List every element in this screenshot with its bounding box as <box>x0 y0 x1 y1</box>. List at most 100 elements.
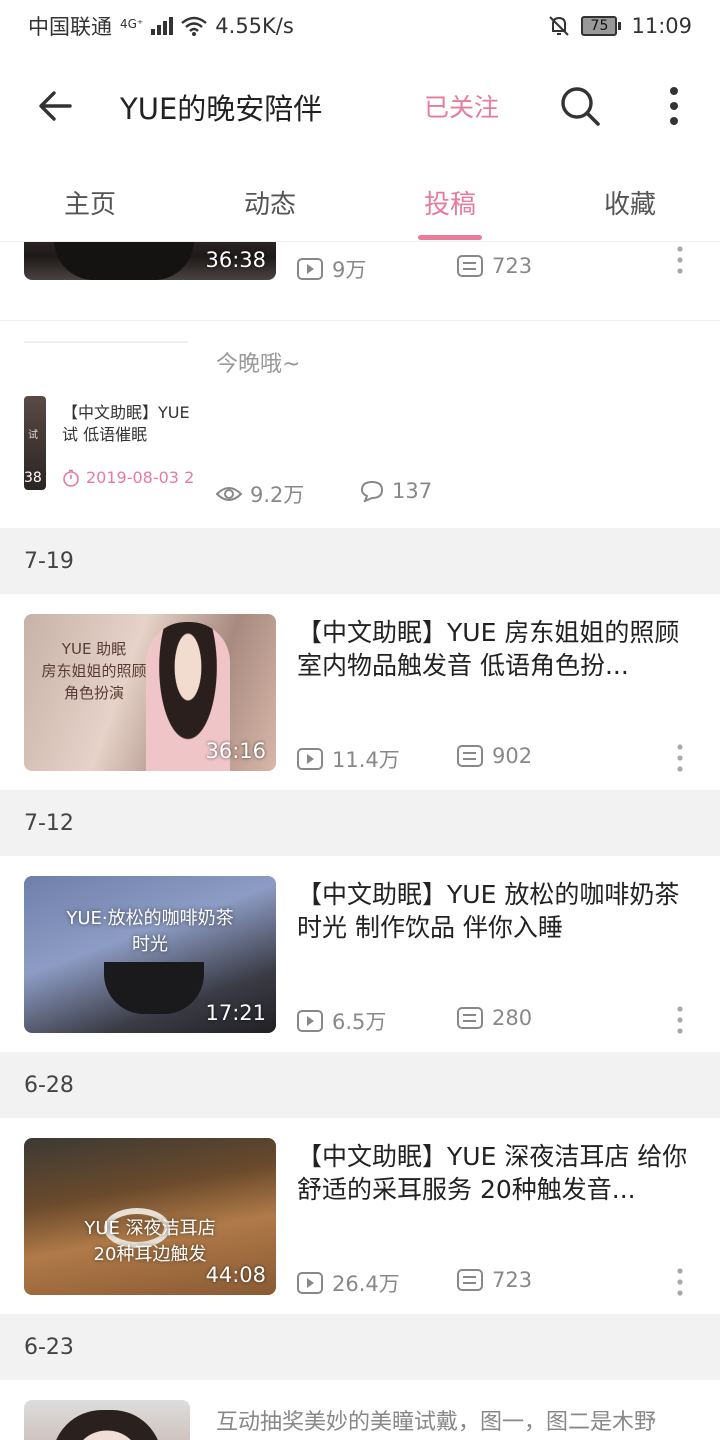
video-thumbnail[interactable]: YUE 深夜洁耳店 20种耳边触发 44:08 <box>24 1138 276 1295</box>
tab-bar: 主页 动态 投稿 收藏 <box>0 160 720 242</box>
video-duration: 36:16 <box>205 739 266 763</box>
more-options-icon[interactable] <box>658 82 690 130</box>
thumbnail-caption: YUE 深夜洁耳店 20种耳边触发 <box>24 1216 276 1268</box>
shared-thumb-text: 试 <box>28 430 38 441</box>
post-image[interactable] <box>24 1400 190 1440</box>
thumbnail-cup <box>104 962 204 1014</box>
eye-icon <box>216 487 242 501</box>
view-count-value: 26.4万 <box>332 1272 400 1296</box>
tab-activity[interactable]: 动态 <box>180 160 360 242</box>
search-icon[interactable] <box>556 82 604 130</box>
video-duration: 36:38 <box>205 248 266 272</box>
video-thumbnail[interactable]: YUE 助眠 房东姐姐的照顾 角色扮演 36:16 <box>24 614 276 771</box>
thumbnail-caption-line: 角色扮演 <box>63 684 124 702</box>
tab-uploads[interactable]: 投稿 <box>360 160 540 242</box>
signal-icon <box>151 17 174 35</box>
post-view-count: 9.2万 <box>216 479 304 509</box>
view-count-value: 6.5万 <box>332 1010 387 1034</box>
video-item[interactable]: YUE·放松的咖啡奶茶 时光 17:21 【中文助眠】YUE 放松的咖啡奶茶时光… <box>0 856 720 1052</box>
post-comment-count[interactable]: 137 <box>360 479 432 503</box>
thumbnail-caption-line: 时光 <box>132 934 168 955</box>
danmaku-count: 280 <box>456 1006 532 1030</box>
battery-level: 75 <box>581 16 618 36</box>
video-thumbnail[interactable]: 36:38 <box>24 242 276 280</box>
item-more-icon[interactable] <box>672 1266 688 1298</box>
page-title: YUE的晚安陪伴 <box>120 92 323 126</box>
dynamic-post[interactable]: 今晚哦~ 试 38 【中文助眠】YUE 试 低语催眠 2019-08-03 2 … <box>0 320 720 528</box>
thumbnail-figure <box>52 1410 162 1440</box>
danmaku-count-value: 280 <box>492 1006 533 1030</box>
view-count: 26.4万 <box>296 1268 400 1298</box>
item-more-icon[interactable] <box>672 1004 688 1036</box>
dynamic-post[interactable]: 互动抽奖美妙的美瞳试戴，图一，图二是木野 <box>0 1380 720 1440</box>
tab-favorites[interactable]: 收藏 <box>540 160 720 242</box>
followed-button[interactable]: 已关注 <box>424 88 499 124</box>
video-title[interactable]: 【中文助眠】YUE 房东姐姐的照顾 室内物品触发音 低语角色扮... <box>297 616 697 682</box>
thumbnail-caption-line: YUE·放松的咖啡奶茶 <box>66 908 234 929</box>
video-duration: 44:08 <box>205 1263 266 1287</box>
top-app-bar: YUE的晚安陪伴 已关注 <box>0 52 720 158</box>
post-comment-count-value: 137 <box>392 479 433 503</box>
date-header: 6-28 <box>0 1052 720 1118</box>
thumbnail-caption: YUE 助眠 房东姐姐的照顾 角色扮演 <box>24 638 164 704</box>
danmaku-icon <box>457 255 483 277</box>
video-item[interactable]: YUE 助眠 房东姐姐的照顾 角色扮演 36:16 【中文助眠】YUE 房东姐姐… <box>0 594 720 790</box>
thumbnail-caption-line: 房东姐姐的照顾 <box>41 662 147 680</box>
date-header: 6-23 <box>0 1314 720 1380</box>
view-count: 11.4万 <box>296 744 400 774</box>
danmaku-count: 902 <box>456 744 532 768</box>
play-count-icon <box>297 258 323 280</box>
tab-home[interactable]: 主页 <box>0 160 180 242</box>
danmaku-count-value: 723 <box>492 1268 533 1292</box>
battery-icon: 75 <box>581 16 622 36</box>
mute-bell-icon <box>549 16 570 36</box>
shared-video-title: 【中文助眠】YUE 试 低语催眠 <box>62 403 190 444</box>
post-text: 今晚哦~ <box>216 352 301 377</box>
video-item[interactable]: 36:38 9万 723 <box>0 242 720 320</box>
danmaku-icon <box>457 1007 483 1029</box>
status-bar: 中国联通 4G⁺ 4.55K/s 75 11:09 <box>0 0 720 52</box>
uploads-feed[interactable]: 36:38 9万 723 今晚哦~ 试 38 【中文助眠】YUE 试 低语催眠 … <box>0 242 720 1440</box>
date-header: 7-12 <box>0 790 720 856</box>
item-more-icon[interactable] <box>672 742 688 774</box>
carrier-label: 中国联通 <box>28 15 112 39</box>
play-count-icon <box>297 1272 323 1294</box>
back-arrow-icon[interactable] <box>34 84 78 128</box>
thumbnail-caption-line: YUE 助眠 <box>61 640 127 658</box>
danmaku-count-value: 902 <box>492 744 533 768</box>
shared-thumb-duration: 38 <box>24 470 42 486</box>
play-count-icon <box>297 748 323 770</box>
view-count: 9万 <box>296 254 366 284</box>
post-view-count-value: 9.2万 <box>250 483 305 507</box>
view-count-value: 9万 <box>332 258 367 282</box>
view-count-value: 11.4万 <box>332 748 400 772</box>
item-more-icon[interactable] <box>672 244 688 276</box>
date-header: 7-19 <box>0 528 720 594</box>
view-count: 6.5万 <box>296 1006 386 1036</box>
thumbnail-caption: YUE·放松的咖啡奶茶 时光 <box>24 906 276 958</box>
video-duration: 17:21 <box>205 1001 266 1025</box>
thumbnail-figure <box>54 242 194 280</box>
comment-icon <box>360 480 384 502</box>
clock: 11:09 <box>631 14 692 38</box>
shared-video-card[interactable]: 试 38 【中文助眠】YUE 试 低语催眠 2019-08-03 2 <box>24 396 196 496</box>
danmaku-count: 723 <box>456 254 532 278</box>
video-title[interactable]: 【中文助眠】YUE 深夜洁耳店 给你舒适的采耳服务 20种触发音... <box>297 1140 697 1206</box>
video-item[interactable]: YUE 深夜洁耳店 20种耳边触发 44:08 【中文助眠】YUE 深夜洁耳店 … <box>0 1118 720 1314</box>
shared-video-date-value: 2019-08-03 2 <box>86 468 195 487</box>
danmaku-count-value: 723 <box>492 254 533 278</box>
danmaku-count: 723 <box>456 1268 532 1292</box>
network-type: 4G⁺ <box>120 17 144 31</box>
wifi-icon <box>181 16 208 36</box>
timer-icon <box>63 469 79 487</box>
network-speed: 4.55K/s <box>215 14 294 38</box>
danmaku-icon <box>457 745 483 767</box>
danmaku-icon <box>457 1269 483 1291</box>
post-text: 互动抽奖美妙的美瞳试戴，图一，图二是木野 <box>216 1410 657 1435</box>
shared-video-date: 2019-08-03 2 <box>62 468 196 487</box>
video-title[interactable]: 【中文助眠】YUE 放松的咖啡奶茶时光 制作饮品 伴你入睡 <box>297 878 697 944</box>
divider <box>24 341 188 343</box>
thumbnail-caption-line: YUE 深夜洁耳店 <box>84 1218 216 1239</box>
video-thumbnail[interactable]: YUE·放松的咖啡奶茶 时光 17:21 <box>24 876 276 1033</box>
play-count-icon <box>297 1010 323 1032</box>
